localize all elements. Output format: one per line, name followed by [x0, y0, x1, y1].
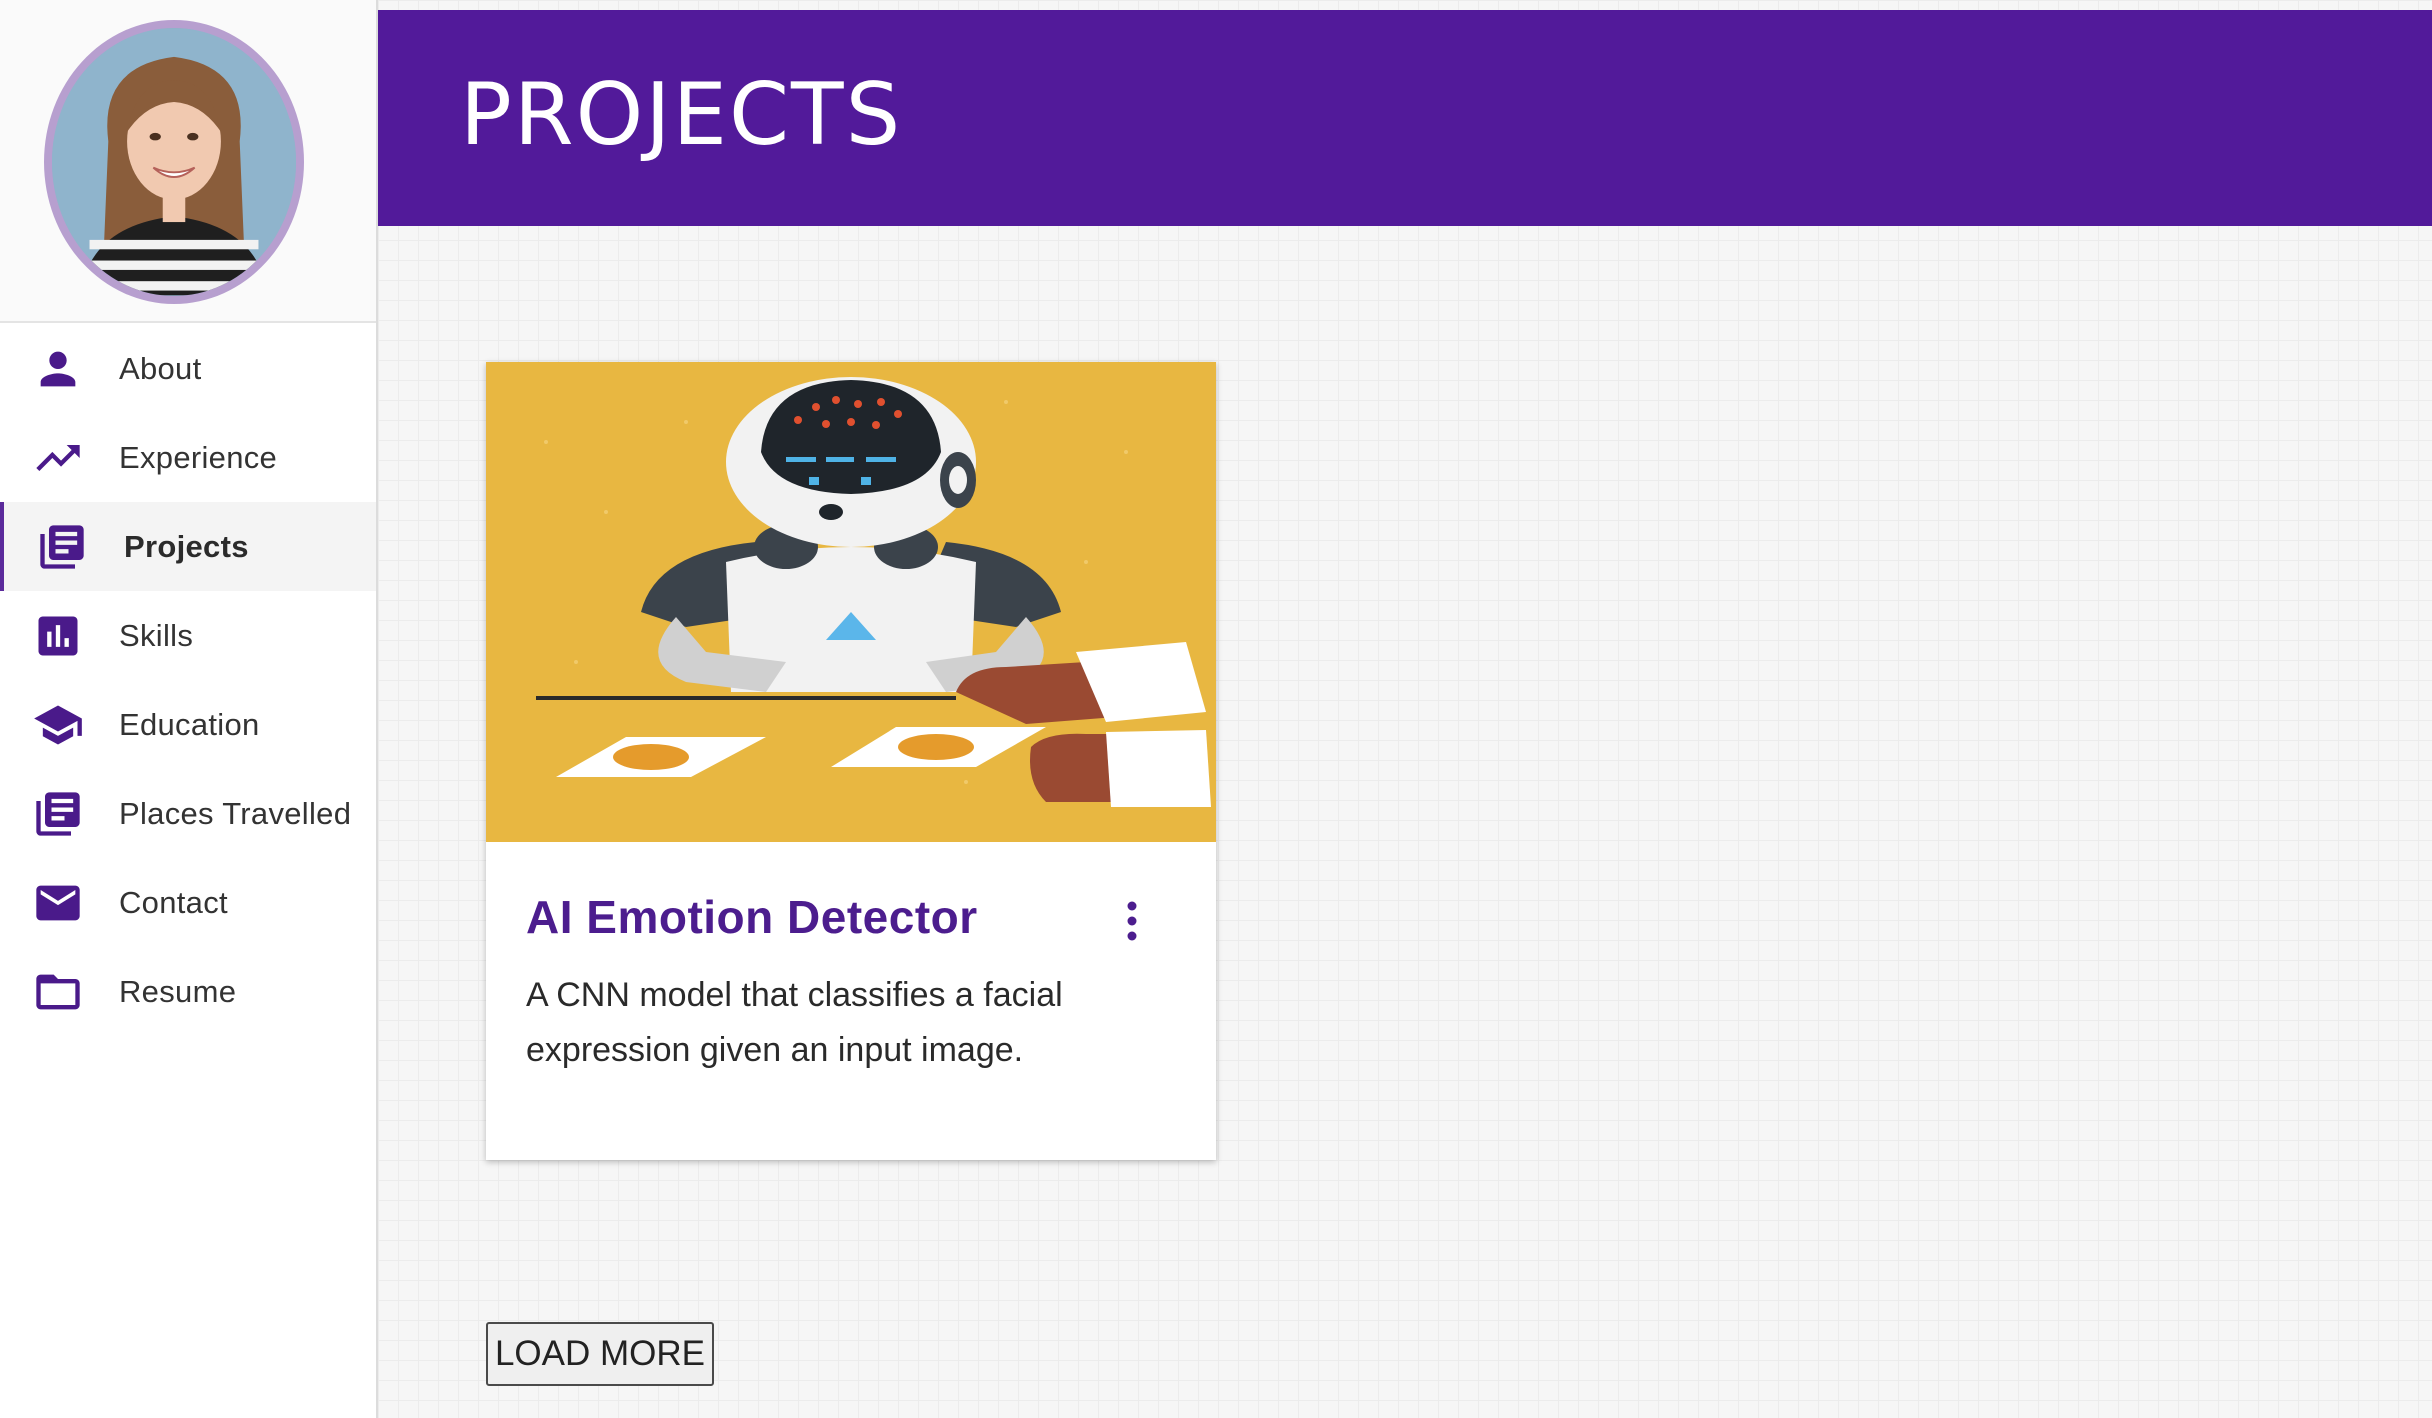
mail-icon	[32, 877, 84, 929]
sidebar-item-skills[interactable]: Skills	[0, 591, 376, 680]
project-description: A CNN model that classifies a facial exp…	[526, 976, 1063, 1069]
sidebar-item-education[interactable]: Education	[0, 680, 376, 769]
sidebar-item-places-travelled[interactable]: Places Travelled	[0, 769, 376, 858]
sidebar-item-contact[interactable]: Contact	[0, 858, 376, 947]
sidebar-item-projects[interactable]: Projects	[0, 502, 376, 591]
page-header: PROJECTS	[378, 10, 2432, 226]
sidebar-item-experience[interactable]: Experience	[0, 413, 376, 502]
avatar	[44, 20, 304, 304]
sidebar-item-label: About	[119, 350, 202, 386]
folder-icon	[32, 966, 84, 1018]
school-icon	[32, 699, 84, 751]
project-title[interactable]: AI Emotion Detector	[526, 890, 978, 944]
trending-up-icon	[32, 432, 84, 484]
sidebar-item-label: Places Travelled	[119, 795, 352, 831]
sidebar-item-resume[interactable]: Resume	[0, 947, 376, 1036]
sidebar-item-label: Experience	[119, 439, 278, 475]
load-more-button[interactable]: LOAD MORE	[486, 1322, 714, 1386]
person-icon	[32, 343, 84, 395]
sidebar-item-label: Education	[119, 706, 260, 742]
project-image	[486, 362, 1216, 842]
sidebar-nav: About Experience Projects Skills Educati…	[0, 323, 376, 1036]
avatar-photo	[52, 28, 296, 296]
more-vert-icon[interactable]	[1112, 896, 1152, 946]
sidebar-item-label: Resume	[119, 973, 237, 1009]
profile-header	[0, 0, 376, 323]
sidebar-item-about[interactable]: About	[0, 324, 376, 413]
library-books-icon	[36, 521, 88, 573]
sidebar-item-label: Contact	[119, 884, 228, 920]
sidebar-item-label: Skills	[119, 617, 194, 653]
bar-chart-icon	[32, 610, 84, 662]
sidebar-item-label: Projects	[124, 528, 249, 564]
library-books-icon	[32, 788, 84, 840]
project-card[interactable]: AI Emotion Detector A CNN model that cla…	[486, 362, 1216, 1160]
page-title: PROJECTS	[460, 65, 903, 165]
sidebar: About Experience Projects Skills Educati…	[0, 0, 378, 1418]
main-content: PROJECTS AI Emotion Detector A CNN model…	[378, 0, 2432, 1418]
